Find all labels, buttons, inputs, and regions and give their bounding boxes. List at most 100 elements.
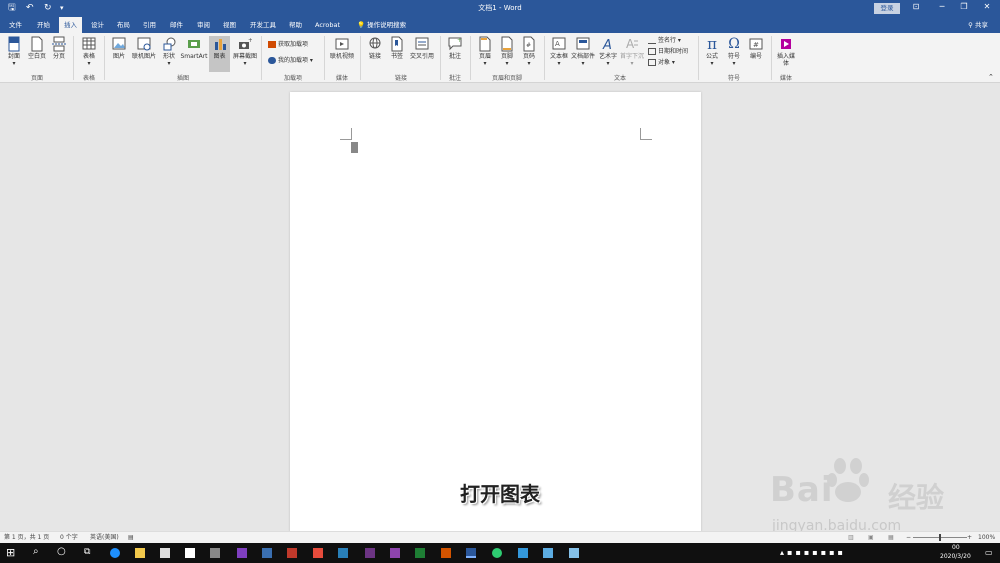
windows-start-icon[interactable]: ⊞	[6, 546, 15, 559]
word-icon[interactable]	[466, 548, 476, 558]
tab-developer[interactable]: 开发工具	[245, 17, 281, 33]
notification-icon[interactable]: ▭	[985, 548, 993, 557]
cover-page-label: 封面	[7, 53, 20, 60]
object-button[interactable]: 对象 ▾	[648, 59, 675, 67]
cross-reference-button[interactable]: 交叉引用	[408, 36, 436, 60]
clock-date[interactable]: 2020/3/20	[940, 553, 971, 560]
page-number-button[interactable]: # 页码 ▾	[519, 36, 539, 67]
shapes-label: 形状	[162, 53, 175, 60]
clock-time[interactable]: 00	[952, 544, 960, 551]
app-icon[interactable]	[237, 548, 247, 558]
tab-layout[interactable]: 布局	[112, 17, 135, 33]
addin-icon	[268, 57, 276, 64]
tab-acrobat[interactable]: Acrobat	[310, 17, 345, 33]
restore-button[interactable]: ❐	[957, 2, 971, 11]
svg-text:#: #	[526, 42, 531, 49]
quick-parts-button[interactable]: 文档部件 ▾	[571, 36, 595, 67]
app-icon[interactable]	[390, 548, 400, 558]
file-explorer-icon[interactable]	[135, 548, 145, 558]
get-addins-button[interactable]: 获取加载项	[268, 41, 308, 49]
powerpoint-icon[interactable]	[441, 548, 451, 558]
tab-insert[interactable]: 插入	[59, 17, 82, 33]
header-label: 页眉	[478, 53, 491, 60]
premiere-icon[interactable]	[365, 548, 375, 558]
insert-media-button[interactable]: 插入媒体	[775, 36, 797, 67]
collapse-ribbon-icon[interactable]: ⌃	[988, 73, 994, 81]
wordart-button[interactable]: A 艺术字 ▾	[597, 36, 619, 67]
smartart-label: SmartArt	[180, 53, 208, 60]
tab-view[interactable]: 视图	[218, 17, 241, 33]
zoom-out-icon[interactable]: −	[906, 532, 911, 543]
share-button[interactable]: ⚲ 共享	[968, 17, 988, 33]
language-indicator[interactable]: 英语(美国)	[90, 532, 119, 543]
symbol-button[interactable]: Ω 符号 ▾	[725, 36, 743, 67]
bookmark-button[interactable]: 书签	[388, 36, 406, 60]
picture-button[interactable]: 图片	[110, 36, 128, 60]
task-view-icon[interactable]: ⧉	[84, 547, 90, 557]
get-addins-label: 获取加载项	[278, 41, 309, 48]
comment-button[interactable]: + 批注	[445, 36, 465, 60]
system-tray-icons[interactable]: ▴▪▪▪▪▪▪▪	[780, 548, 846, 557]
table-button[interactable]: 表格 ▾	[78, 36, 100, 67]
zoom-in-icon[interactable]: +	[967, 532, 972, 543]
app-icon[interactable]	[569, 548, 579, 558]
macro-record-icon[interactable]: ▤	[128, 532, 134, 543]
dropcap-button[interactable]: A 首字下沉 ▾	[620, 36, 644, 67]
number-button[interactable]: # 编号	[747, 36, 765, 60]
online-picture-label: 联机图片	[131, 53, 156, 60]
smartart-button[interactable]: SmartArt	[180, 36, 208, 60]
cortana-icon[interactable]: ○	[57, 546, 66, 557]
shapes-button[interactable]: 形状 ▾	[160, 36, 178, 67]
ribbon-display-icon[interactable]: ⊡	[909, 2, 923, 11]
equation-button[interactable]: π 公式 ▾	[703, 36, 721, 67]
store-icon[interactable]	[160, 548, 170, 558]
web-layout-icon[interactable]: ▦	[888, 532, 894, 543]
zoom-slider-thumb[interactable]	[939, 534, 941, 541]
footer-button[interactable]: 页脚 ▾	[497, 36, 517, 67]
tab-review[interactable]: 审阅	[192, 17, 215, 33]
app-icon[interactable]	[210, 548, 220, 558]
minimize-button[interactable]: ─	[935, 2, 949, 11]
excel-icon[interactable]	[415, 548, 425, 558]
app-icon[interactable]	[543, 548, 553, 558]
mail-icon[interactable]	[185, 548, 195, 558]
tab-references[interactable]: 引用	[138, 17, 161, 33]
page-count[interactable]: 第 1 页，共 1 页	[4, 532, 49, 543]
print-layout-icon[interactable]: ▣	[868, 532, 874, 543]
app-icon[interactable]	[287, 548, 297, 558]
acrobat-icon[interactable]	[313, 548, 323, 558]
tell-me-search[interactable]: 💡 操作说明搜索	[352, 17, 411, 33]
close-button[interactable]: ✕	[980, 2, 994, 11]
app-icon[interactable]	[518, 548, 528, 558]
signature-line-button[interactable]: 签名行 ▾	[648, 37, 681, 45]
tab-file[interactable]: 文件	[4, 17, 27, 33]
online-picture-button[interactable]: 联机图片	[130, 36, 158, 60]
online-video-button[interactable]: 联机视频	[328, 36, 356, 60]
chart-button[interactable]: 图表	[209, 36, 230, 72]
my-addins-button[interactable]: 我的加载项 ▾	[268, 57, 313, 65]
header-button[interactable]: 页眉 ▾	[475, 36, 495, 67]
blank-page-button[interactable]: 空白页	[26, 36, 48, 60]
datetime-button[interactable]: 日期和时间	[648, 48, 688, 56]
tab-help[interactable]: 帮助	[284, 17, 307, 33]
login-button[interactable]: 登录	[874, 3, 900, 14]
app-icon[interactable]	[262, 548, 272, 558]
word-count[interactable]: 0 个字	[60, 532, 78, 543]
wechat-icon[interactable]	[492, 548, 502, 558]
read-mode-icon[interactable]: ▥	[848, 532, 854, 543]
screenshot-button[interactable]: + 屏幕截图 ▾	[232, 36, 258, 67]
tables-group-label: 表格	[82, 75, 95, 82]
link-button[interactable]: 链接	[366, 36, 384, 60]
cover-page-button[interactable]: 封面 ▾	[4, 36, 24, 67]
tab-home[interactable]: 开始	[32, 17, 55, 33]
textbox-button[interactable]: A 文本框 ▾	[548, 36, 570, 67]
search-icon[interactable]: ⌕	[33, 546, 39, 557]
tab-design[interactable]: 设计	[86, 17, 109, 33]
app-icon[interactable]	[338, 548, 348, 558]
page-break-button[interactable]: 分页	[50, 36, 68, 60]
zoom-level[interactable]: 100%	[978, 532, 995, 543]
comment-label: 批注	[448, 53, 461, 60]
edge-icon[interactable]	[110, 548, 120, 558]
document-page[interactable]	[290, 92, 701, 532]
tab-mailings[interactable]: 邮件	[165, 17, 188, 33]
